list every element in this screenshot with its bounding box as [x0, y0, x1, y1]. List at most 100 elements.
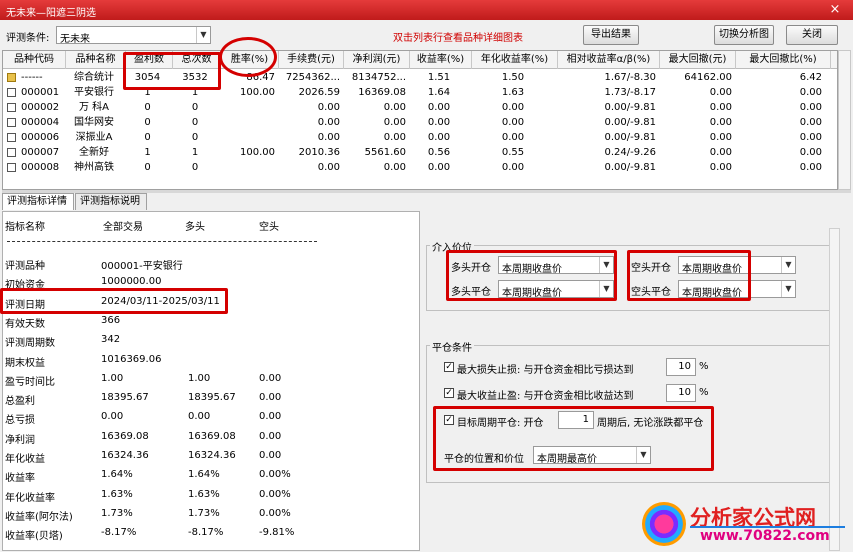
- chevron-down-icon: ▼: [196, 27, 210, 43]
- detail-header-all: 全部交易: [103, 222, 143, 233]
- close-button[interactable]: 关闭: [786, 25, 838, 45]
- metric-name: 评测品种: [5, 261, 45, 272]
- table-cell: 0.00: [709, 102, 732, 113]
- metric-value: 16369.08: [101, 430, 149, 442]
- header-max-drawdown-ratio[interactable]: 最大回撤比(%): [736, 51, 831, 69]
- table-cell: 0.00: [317, 162, 340, 173]
- metric-value: 0.00: [188, 411, 211, 423]
- table-cell: 0: [191, 162, 199, 173]
- metric-value: 0.00: [259, 430, 282, 442]
- metric-value: -9.81%: [259, 527, 295, 539]
- stop-loss-input[interactable]: 10: [666, 358, 696, 376]
- table-cell: 0: [144, 102, 151, 113]
- table-cell: 0.00: [799, 132, 822, 143]
- tab-description[interactable]: 评测指标说明: [75, 193, 147, 210]
- header-return[interactable]: 收益率(%): [410, 51, 472, 69]
- stop-loss-checkbox[interactable]: ✓: [444, 362, 454, 372]
- metric-value: -8.17%: [101, 527, 137, 539]
- table-cell: 0.00: [317, 117, 340, 128]
- table-cell: 0.00: [709, 117, 732, 128]
- metric-name: 有效天数: [5, 318, 45, 330]
- table-cell: 综合统计: [74, 72, 114, 83]
- table-row[interactable]: 000002 万 科A 0 0 0.00 0.00 0.00 0.00 0.00/-9.81 0.…: [3, 101, 837, 114]
- table-cell: 深振业A: [75, 132, 113, 143]
- metric-value: 1.63%: [188, 488, 220, 500]
- table-cell: 6.42: [799, 72, 822, 83]
- table-cell: 0.00: [427, 102, 451, 113]
- metric-name: 年化收益率: [5, 492, 55, 504]
- condition-select[interactable]: 无未来 ▼: [56, 26, 211, 45]
- table-cell: 0.00/-9.81: [604, 132, 656, 143]
- metric-name: 期末权益: [5, 357, 45, 369]
- table-cell: 1: [144, 147, 151, 158]
- metric-value: 0.00: [259, 372, 282, 384]
- divider: [7, 241, 317, 242]
- table-cell: 7254362...: [285, 72, 340, 83]
- take-profit-checkbox[interactable]: ✓: [444, 388, 454, 398]
- table-cell: 0.00: [709, 162, 732, 173]
- table-cell: 0.00/-9.81: [604, 162, 656, 173]
- table-cell: 0.00: [799, 117, 822, 128]
- metric-name: 盈亏时间比: [5, 376, 55, 388]
- table-cell: 000008: [21, 162, 60, 173]
- switch-chart-button[interactable]: 切换分析图: [714, 25, 774, 45]
- table-cell: 1: [191, 147, 199, 158]
- table-row[interactable]: 000007 全新好 1 1 100.00 2010.36 5561.60 0.56 0.55 0…: [3, 146, 837, 159]
- table-row[interactable]: 000008 神州高铁 0 0 0.00 0.00 0.00 0.00 0.00/-9.81 0.…: [3, 161, 837, 174]
- detail-header-short: 空头: [259, 222, 279, 233]
- metric-value: 0.00: [259, 450, 282, 461]
- table-cell: 0.24/-9.26: [604, 147, 656, 158]
- header-fee[interactable]: 手续费(元): [279, 51, 344, 69]
- take-profit-input[interactable]: 10: [666, 384, 696, 402]
- table-cell: 0.00: [383, 102, 406, 113]
- header-relative-return[interactable]: 相对收益率α/β(%): [558, 51, 660, 69]
- export-button[interactable]: 导出结果: [583, 25, 639, 45]
- table-cell: 0.00: [501, 162, 525, 173]
- table-cell: 1.51: [427, 72, 451, 83]
- table-cell: 万 科A: [78, 102, 110, 113]
- table-cell: 1.64: [427, 87, 451, 98]
- metric-value: 366: [101, 314, 121, 326]
- header-annual-return[interactable]: 年化收益率(%): [472, 51, 558, 69]
- summary-icon: [7, 73, 16, 82]
- metric-value: -8.17%: [188, 527, 224, 539]
- table-cell: 0.00/-9.81: [604, 102, 656, 113]
- table-cell: 0.00/-9.81: [604, 117, 656, 128]
- metric-name: 收益率(阿尔法): [5, 511, 73, 523]
- logo-icon: [642, 502, 686, 546]
- highlight-wins-total: [123, 52, 221, 90]
- metric-name: 年化收益: [5, 454, 45, 465]
- metric-value: 0.00: [259, 411, 282, 423]
- table-cell: ------: [21, 72, 43, 83]
- metric-name: 总亏损: [5, 415, 35, 427]
- header-name[interactable]: 品种名称: [66, 51, 126, 69]
- table-cell: 1.63: [501, 87, 525, 98]
- table-row[interactable]: 000004 国华网安 0 0 0.00 0.00 0.00 0.00 0.00/-9.81 0.…: [3, 116, 837, 129]
- header-code[interactable]: 品种代码: [3, 51, 66, 69]
- table-cell: 000001: [21, 87, 60, 98]
- header-max-drawdown[interactable]: 最大回撤(元): [660, 51, 736, 69]
- table-cell: 1.67/-8.30: [604, 72, 656, 83]
- title-bar: 无未来—阳遮三阴选 ×: [0, 0, 853, 20]
- table-cell: 000006: [21, 132, 60, 143]
- table-cell: 0.56: [427, 147, 451, 158]
- row-icon: [7, 163, 16, 172]
- table-cell: 0.00: [709, 147, 732, 158]
- table-scrollbar[interactable]: [838, 50, 851, 190]
- table-cell: 000004: [21, 117, 60, 128]
- chevron-down-icon: ▼: [781, 257, 795, 273]
- condition-value: 无未来: [60, 34, 90, 45]
- condition-label: 评测条件:: [6, 33, 50, 44]
- metric-value: 1.73%: [101, 507, 133, 519]
- window-close-icon[interactable]: ×: [827, 2, 843, 18]
- table-cell: 0.00: [427, 132, 451, 143]
- table-cell: 0: [144, 132, 151, 143]
- table-cell: 1.50: [501, 72, 525, 83]
- take-profit-label: 最大收益止盈: 与开仓资金相比收益达到: [457, 391, 634, 402]
- table-cell: 0: [144, 162, 151, 173]
- toolbar: 评测条件: 无未来 ▼ 双击列表行查看品种详细图表 导出结果 切换分析图 关闭: [0, 20, 853, 50]
- table-cell: 0.00: [383, 132, 406, 143]
- tab-detail[interactable]: 评测指标详情: [2, 193, 74, 210]
- table-row[interactable]: 000006 深振业A 0 0 0.00 0.00 0.00 0.00 0.00/-9.81 0.…: [3, 131, 837, 144]
- header-netprofit[interactable]: 净利润(元): [344, 51, 410, 69]
